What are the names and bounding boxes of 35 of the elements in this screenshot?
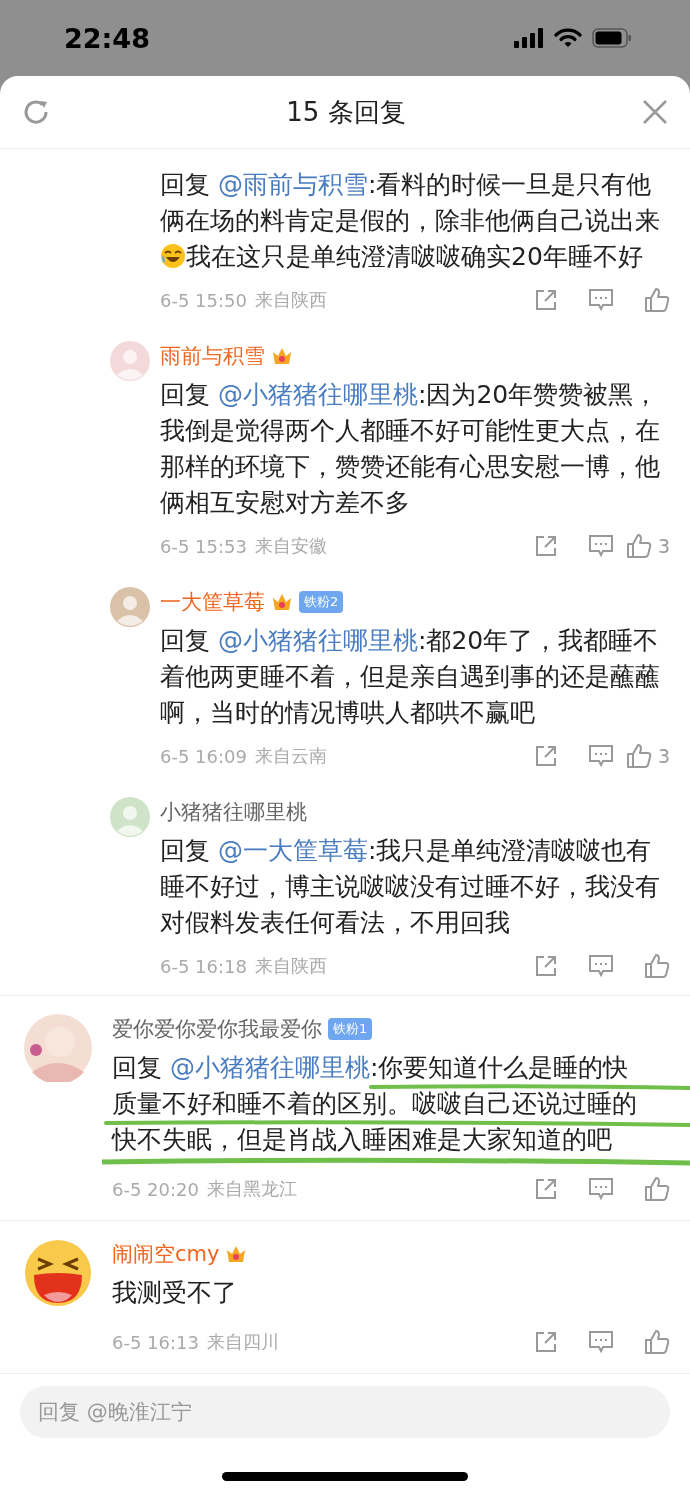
mention-link[interactable]: @小猪猪往哪里桃 (169, 1053, 370, 1082)
comment-text: 回复 @小猪猪往哪里桃:你要知道什么是睡的快质量不好和睡不着的区别。啵啵自己还说过睡的快不失眠，但是肖战入睡困难是大家知道的吧 (112, 1052, 638, 1156)
mention-link[interactable]: @雨前与积雪 (217, 170, 368, 199)
comment-text: 我测受不了 (112, 1277, 238, 1309)
comment-text: 回复 @一大筐草莓:我只是单纯澄清啵啵也有睡不好过，博主说啵啵没有过睡不好，我没有对假料发表任何看法，不用回我 (160, 835, 661, 939)
fan-badge: 铁粉2 (299, 591, 344, 613)
fan-badge: 铁粉1 (328, 1018, 373, 1040)
user-name[interactable]: 小猪猪往哪里桃 (160, 798, 307, 826)
comment-time: 6-5 15:53 (160, 535, 247, 557)
user-name[interactable]: 闹闹空cmy (112, 1240, 220, 1268)
sheet-title: 15 条回复 (286, 95, 406, 129)
comment-location: 来自云南 (255, 744, 327, 768)
user-name[interactable]: 爱你爱你爱你我最爱你 (112, 1015, 322, 1043)
comment-text: 回复 @小猪猪往哪里桃:都20年了，我都睡不着他两更睡不着，但是亲自遇到事的还是蘸蘸啊，当时的情况博哄人都哄不赢吧 (160, 625, 661, 729)
like-count: 3 (657, 745, 670, 767)
like-count: 3 (657, 535, 670, 557)
comment-time: 6-5 15:50 (160, 289, 247, 311)
status-time: 22:48 (64, 22, 150, 54)
comment-time: 6-5 16:09 (160, 745, 247, 767)
comment-location: 来自陕西 (255, 954, 327, 978)
comment-time: 6-5 16:13 (112, 1331, 199, 1353)
comment-time: 6-5 16:18 (160, 955, 247, 977)
mention-link[interactable]: @一大筐草莓 (217, 836, 368, 865)
comment-text: 回复 @小猪猪往哪里桃:因为20年赞赞被黑，我倒是觉得两个人都睡不好可能性更大点，在那样的环境下，赞赞还能有心思安慰一博，他俩相互安慰对方差不多 (160, 379, 661, 519)
comment-location: 来自黑龙江 (207, 1177, 297, 1201)
mention-link[interactable]: @小猪猪往哪里桃 (217, 626, 418, 655)
user-name[interactable]: 雨前与积雪 (160, 342, 265, 370)
comment-location: 来自陕西 (255, 288, 327, 312)
comment-location: 来自安徽 (255, 534, 327, 558)
mention-link[interactable]: @小猪猪往哪里桃 (217, 380, 418, 409)
user-name[interactable]: 一大筐草莓 (160, 588, 265, 616)
comment-time: 6-5 20:20 (112, 1178, 199, 1200)
comment-location: 来自四川 (207, 1330, 279, 1354)
reply-input[interactable]: 回复 @晚淮江宁 (20, 1386, 670, 1438)
comment-text: 回复 @雨前与积雪:看料的时候一旦是只有他俩在场的料肯定是假的，除非他俩自己说出来 我在这只是单纯澄清啵啵确实20年睡不好 (160, 169, 661, 273)
